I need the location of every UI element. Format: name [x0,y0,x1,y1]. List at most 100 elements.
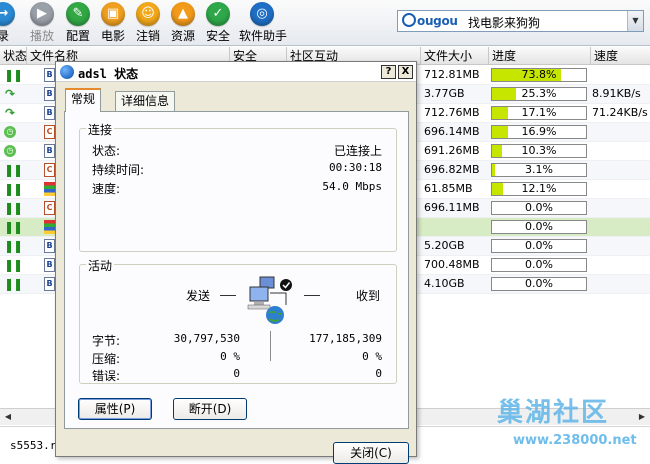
toolbar-button-1[interactable]: ▶ 播放 [25,0,59,46]
bytes-sent-value: 30,797,530 [173,332,240,345]
activity-group-title: 活动 [86,257,115,274]
progress-text: 73.8% [521,68,557,81]
progress-text: 12.1% [521,182,557,195]
clock-icon[interactable]: ◷ [4,145,16,157]
status-value: 已连接上 [333,144,382,158]
file-size: 696.82MB [424,163,480,176]
main-toolbar: → 录 ▶ 播放 ✎ 配置 ▣ 电影 ☺ 注销 ▲ 资源 ✓ 安全 ◎ 软件助手 ougou 找电影来狗狗 ▼ [0,0,650,46]
file-size: 691.26MB [424,144,480,157]
tab-general[interactable]: 常规 [65,88,102,112]
file-type-icon: B [44,258,55,272]
scroll-right-icon[interactable]: ▶ [635,410,649,424]
pause-icon[interactable]: ❚❚ [4,164,23,176]
scroll-left-icon[interactable]: ◀ [1,410,15,424]
pause-icon[interactable]: ❚❚ [4,278,23,290]
download-speed: 71.24KB/s [592,106,648,119]
duration-value: 00:30:18 [329,161,382,174]
toolbar-button-label: 软件助手 [239,29,288,43]
network-computers-icon [246,275,296,327]
errors-received-value: 0 [375,367,382,380]
tab-details[interactable]: 详细信息 [115,91,176,111]
progress-bar: 12.1% [491,182,587,196]
file-size: 5.20GB [424,239,465,252]
progress-bar: 0.0% [491,220,587,234]
login-icon: → [0,2,15,26]
clock-icon[interactable]: ◷ [4,126,16,138]
duration-label: 持续时间: [92,163,145,177]
file-size: 700.48MB [424,258,480,271]
file-type-icon: B [44,144,55,158]
progress-text: 17.1% [521,106,557,119]
progress-text: 0.0% [525,258,553,271]
column-progress[interactable]: 进度 [489,47,591,65]
compression-label: 压缩: [92,352,121,366]
file-type-icon [44,182,55,196]
column-speed[interactable]: 速度 [591,47,650,65]
status-file-name: s5553.r [10,439,57,452]
file-size: 4.10GB [424,277,465,290]
progress-text: 0.0% [525,201,553,214]
progress-text: 0.0% [525,239,553,252]
toolbar-button-6[interactable]: ✓ 安全 [201,0,235,46]
upload-icon: ▲ [171,2,195,26]
compression-received-value: 0 % [362,350,382,363]
properties-button[interactable]: 属性(P) [78,398,152,420]
status-label: 状态: [92,144,121,158]
file-type-icon: C [44,201,55,215]
toolbar-button-label: 安全 [205,29,230,43]
help-button[interactable]: ? [381,65,396,79]
file-type-icon: B [44,106,55,120]
column-size[interactable]: 文件大小 [421,47,489,65]
pause-icon[interactable]: ❚❚ [4,240,23,252]
progress-bar: 73.8% [491,68,587,82]
toolbar-button-0[interactable]: → 录 [0,0,20,46]
progress-bar: 17.1% [491,106,587,120]
network-globe-icon [60,65,74,79]
gougou-logo: ougou [402,13,464,29]
errors-label: 错误: [92,369,121,383]
progress-text: 10.3% [521,144,557,157]
search-input[interactable]: 找电影来狗狗 [468,14,540,31]
file-type-icon: B [44,68,55,82]
speed-label: 速度: [92,182,121,196]
pause-icon[interactable]: ❚❚ [4,221,23,233]
software-helper-icon: ◎ [250,2,274,26]
progress-bar: 0.0% [491,239,587,253]
column-status[interactable]: 状态 [0,47,27,65]
progress-bar: 0.0% [491,277,587,291]
pause-icon[interactable]: ❚❚ [4,183,23,195]
progress-bar: 16.9% [491,125,587,139]
pause-icon[interactable]: ❚❚ [4,259,23,271]
resume-arrow-icon[interactable]: ↷ [4,107,16,119]
speed-value: 54.0 Mbps [322,180,382,193]
progress-text: 0.0% [525,277,553,290]
progress-bar: 0.0% [491,201,587,215]
dialog-title-bar[interactable]: adsl 状态 ? X [56,62,416,82]
tools-icon: ✎ [66,2,90,26]
search-box[interactable]: ougou 找电影来狗狗 ▼ [397,10,644,32]
file-type-icon: B [44,87,55,101]
received-label: 收到 [356,289,381,303]
chevron-down-icon[interactable]: ▼ [627,11,643,31]
adsl-status-dialog: adsl 状态 ? X 常规 详细信息 连接 状态: 已连接上 持续时间: 00… [55,61,417,464]
file-size: 61.85MB [424,182,473,195]
file-type-icon [44,220,55,234]
progress-bar: 10.3% [491,144,587,158]
file-size: 712.81MB [424,68,480,81]
progress-text: 16.9% [521,125,557,138]
watermark-url: www.238000.net [513,433,637,448]
file-type-icon: B [44,277,55,291]
download-speed: 8.91KB/s [592,87,641,100]
file-size: 696.11MB [424,201,480,214]
close-icon[interactable]: X [398,65,413,79]
shield-icon: ✓ [206,2,230,26]
toolbar-button-7[interactable]: ◎ 软件助手 [239,0,287,46]
progress-bar: 25.3% [491,87,587,101]
bytes-received-value: 177,185,309 [309,332,382,345]
resume-arrow-icon[interactable]: ↷ [4,88,16,100]
disconnect-button[interactable]: 断开(D) [173,398,247,420]
close-dialog-button[interactable]: 关闭(C) [333,442,409,464]
pause-icon[interactable]: ❚❚ [4,202,23,214]
file-type-icon: C [44,163,55,177]
pause-icon[interactable]: ❚❚ [4,69,23,81]
